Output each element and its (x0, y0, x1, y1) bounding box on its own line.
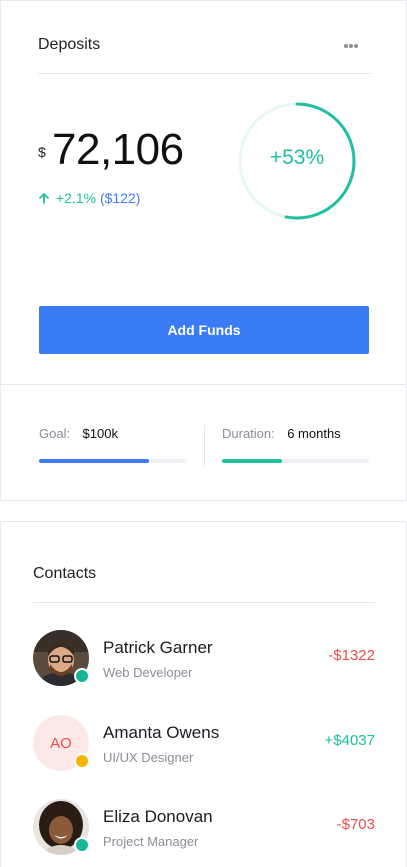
goal-progress-track (39, 459, 186, 463)
change-amount: ($122) (99, 190, 141, 206)
contact-amount: -$1322 (328, 647, 375, 664)
contacts-header: Contacts (33, 522, 375, 603)
contact-name: Eliza Donovan (103, 807, 213, 826)
status-online-dot (74, 668, 90, 684)
status-online-dot (74, 837, 90, 853)
contact-item[interactable]: Patrick Garner Web Developer -$1322 (33, 630, 375, 688)
contact-role: Web Developer (103, 665, 193, 680)
contact-role: Project Manager (103, 834, 199, 849)
status-away-dot (74, 753, 90, 769)
change-percent: +2.1% (56, 190, 97, 206)
duration-stat: Duration: 6 months (222, 425, 370, 463)
contact-item[interactable]: Eliza Donovan Project Manager -$703 (33, 799, 375, 857)
contact-name: Patrick Garner (103, 638, 213, 657)
arrow-up-icon (39, 193, 49, 204)
deposits-card: Deposits $ 72,106 +2.1% ($122) +53% Add … (0, 0, 407, 501)
contact-amount: -$703 (336, 816, 375, 833)
goal-stat: Goal: $100k (39, 425, 187, 463)
duration-label: Duration: (222, 426, 275, 441)
divider (1, 384, 406, 385)
goal-value: $100k (82, 426, 118, 441)
change-text: +2.1% ($122) (56, 190, 140, 206)
currency-symbol: $ (38, 144, 46, 160)
duration-value: 6 months (287, 426, 341, 441)
deposit-amount: 72,106 (52, 125, 184, 174)
deposit-change: +2.1% ($122) (38, 189, 140, 207)
deposits-title: Deposits (38, 36, 101, 53)
contacts-title: Contacts (33, 565, 97, 582)
goal-progress-bar (39, 459, 150, 463)
contact-amount: +$4037 (324, 732, 375, 749)
contact-name: Amanta Owens (103, 723, 220, 742)
contact-role: UI/UX Designer (103, 750, 194, 765)
more-options-icon[interactable] (344, 44, 358, 48)
duration-progress-bar (222, 459, 283, 463)
deposits-header: Deposits (38, 1, 371, 74)
goal-label: Goal: (39, 426, 71, 441)
add-funds-button[interactable]: Add Funds (39, 306, 369, 354)
duration-progress-track (222, 459, 369, 463)
contacts-card: Contacts Patrick Garner Web Developer -$… (0, 521, 407, 867)
stat-divider (204, 425, 205, 466)
ring-percent-label: +53% (269, 146, 325, 169)
contact-item[interactable]: AO Amanta Owens UI/UX Designer +$4037 (33, 715, 375, 773)
